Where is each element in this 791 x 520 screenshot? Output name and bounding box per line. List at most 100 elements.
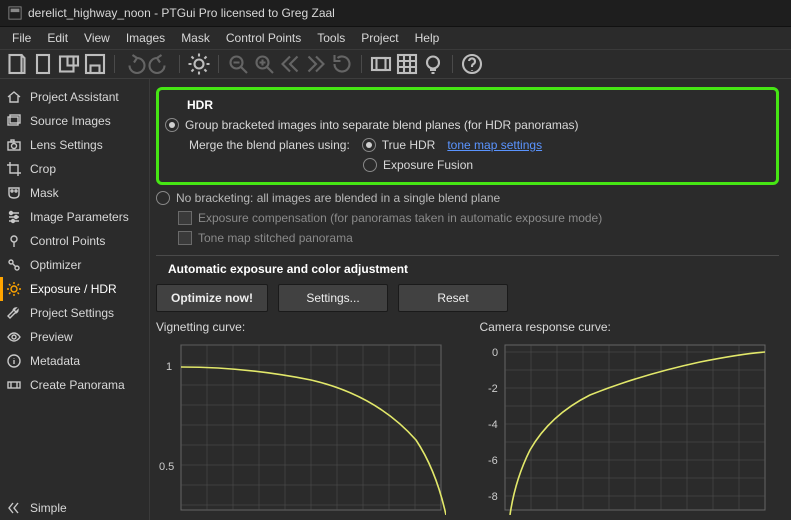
vignetting-chart: 1 0.5 — [156, 340, 446, 515]
sidebar-item-preview[interactable]: Preview — [0, 325, 149, 349]
redo-icon[interactable] — [148, 52, 172, 76]
auto-title: Automatic exposure and color adjustment — [168, 262, 779, 276]
vignetting-title: Vignetting curve: — [156, 320, 456, 334]
radio-group-bracketed[interactable]: Group bracketed images into separate ble… — [165, 118, 766, 132]
wrench-icon — [6, 305, 22, 321]
refresh-icon[interactable] — [330, 52, 354, 76]
titlebar: derelict_highway_noon - PTGui Pro licens… — [0, 0, 791, 27]
toolbar — [0, 50, 791, 79]
sidebar-item-project-settings[interactable]: Project Settings — [0, 301, 149, 325]
camera-response-title: Camera response curve: — [480, 320, 780, 334]
checkbox-label: Tone map stitched panorama — [198, 231, 353, 245]
sidebar-item-simple[interactable]: Simple — [0, 496, 149, 520]
svg-text:-2: -2 — [488, 383, 498, 395]
sidebar-item-label: Create Panorama — [30, 378, 125, 392]
divider — [156, 255, 779, 256]
zoom-in-icon[interactable] — [252, 52, 276, 76]
sidebar-item-project-assistant[interactable]: Project Assistant — [0, 85, 149, 109]
sidebar-item-label: Simple — [30, 501, 67, 515]
radio-true-hdr[interactable]: True HDR — [362, 138, 436, 152]
svg-text:-8: -8 — [488, 491, 498, 503]
menu-control-points[interactable]: Control Points — [218, 29, 309, 47]
menu-mask[interactable]: Mask — [173, 29, 218, 47]
radio-icon — [156, 191, 170, 205]
svg-text:1: 1 — [166, 361, 172, 373]
panorama-wide-icon — [6, 377, 22, 393]
sidebar-item-mask[interactable]: Mask — [0, 181, 149, 205]
open-icon[interactable] — [31, 52, 55, 76]
menu-help[interactable]: Help — [407, 29, 448, 47]
sun-icon — [6, 281, 22, 297]
radio-label: Group bracketed images into separate ble… — [185, 118, 579, 132]
undo-icon[interactable] — [122, 52, 146, 76]
sidebar-item-optimizer[interactable]: Optimizer — [0, 253, 149, 277]
sidebar-item-crop[interactable]: Crop — [0, 157, 149, 181]
tone-map-link[interactable]: tone map settings — [447, 138, 542, 152]
hdr-title: HDR — [187, 98, 766, 112]
grid-icon[interactable] — [395, 52, 419, 76]
menu-project[interactable]: Project — [353, 29, 406, 47]
radio-label: Exposure Fusion — [383, 158, 473, 172]
home-icon — [6, 89, 22, 105]
merge-label: Merge the blend planes using: — [189, 138, 350, 152]
sidebar-item-label: Crop — [30, 162, 56, 176]
settings-button[interactable]: Settings... — [278, 284, 388, 312]
optimize-now-button[interactable]: Optimize now! — [156, 284, 268, 312]
menu-view[interactable]: View — [76, 29, 118, 47]
panorama-icon[interactable] — [369, 52, 393, 76]
help-icon[interactable] — [460, 52, 484, 76]
forward-icon[interactable] — [304, 52, 328, 76]
sidebar-item-lens-settings[interactable]: Lens Settings — [0, 133, 149, 157]
radio-icon — [363, 158, 377, 172]
sidebar-item-label: Metadata — [30, 354, 80, 368]
checkbox-icon — [178, 231, 192, 245]
sidebar-item-image-parameters[interactable]: Image Parameters — [0, 205, 149, 229]
menu-tools[interactable]: Tools — [309, 29, 353, 47]
radio-no-bracketing[interactable]: No bracketing: all images are blended in… — [156, 191, 779, 205]
mask-icon — [6, 185, 22, 201]
crop-icon — [6, 161, 22, 177]
eye-icon — [6, 329, 22, 345]
checkbox-icon — [178, 211, 192, 225]
camera-icon — [6, 137, 22, 153]
menu-edit[interactable]: Edit — [39, 29, 76, 47]
sidebar-item-exposure-hdr[interactable]: Exposure / HDR — [0, 277, 149, 301]
sidebar-item-label: Project Assistant — [30, 90, 119, 104]
info-icon — [6, 353, 22, 369]
sidebar-item-control-points[interactable]: Control Points — [0, 229, 149, 253]
new-project-icon[interactable] — [5, 52, 29, 76]
optimizer-icon — [6, 257, 22, 273]
pin-icon — [6, 233, 22, 249]
radio-icon — [165, 118, 179, 132]
sidebar-item-source-images[interactable]: Source Images — [0, 109, 149, 133]
zoom-out-icon[interactable] — [226, 52, 250, 76]
bulb-icon[interactable] — [421, 52, 445, 76]
chevron-left-icon — [6, 500, 22, 516]
gear-icon[interactable] — [187, 52, 211, 76]
reset-button[interactable]: Reset — [398, 284, 508, 312]
svg-text:0: 0 — [492, 347, 498, 359]
radio-icon — [362, 138, 376, 152]
sidebar-item-label: Image Parameters — [30, 210, 129, 224]
radio-exposure-fusion[interactable]: Exposure Fusion — [363, 158, 473, 172]
disk-icon[interactable] — [83, 52, 107, 76]
menu-file[interactable]: File — [4, 29, 39, 47]
window-title: derelict_highway_noon - PTGui Pro licens… — [28, 6, 335, 20]
radio-label: True HDR — [382, 138, 436, 152]
save-icon[interactable] — [57, 52, 81, 76]
radio-label: No bracketing: all images are blended in… — [176, 191, 500, 205]
hdr-section-highlight: HDR Group bracketed images into separate… — [156, 87, 779, 185]
sidebar: Project Assistant Source Images Lens Set… — [0, 79, 150, 520]
menu-images[interactable]: Images — [118, 29, 173, 47]
sidebar-item-create-panorama[interactable]: Create Panorama — [0, 373, 149, 397]
sidebar-item-label: Mask — [30, 186, 59, 200]
sidebar-item-metadata[interactable]: Metadata — [0, 349, 149, 373]
svg-text:-4: -4 — [488, 419, 498, 431]
sidebar-item-label: Preview — [30, 330, 73, 344]
checkbox-label: Exposure compensation (for panoramas tak… — [198, 211, 602, 225]
sidebar-item-label: Source Images — [30, 114, 111, 128]
checkbox-tone-map-stitched: Tone map stitched panorama — [178, 231, 779, 245]
menubar: File Edit View Images Mask Control Point… — [0, 27, 791, 50]
rewind-icon[interactable] — [278, 52, 302, 76]
svg-text:-6: -6 — [488, 455, 498, 467]
